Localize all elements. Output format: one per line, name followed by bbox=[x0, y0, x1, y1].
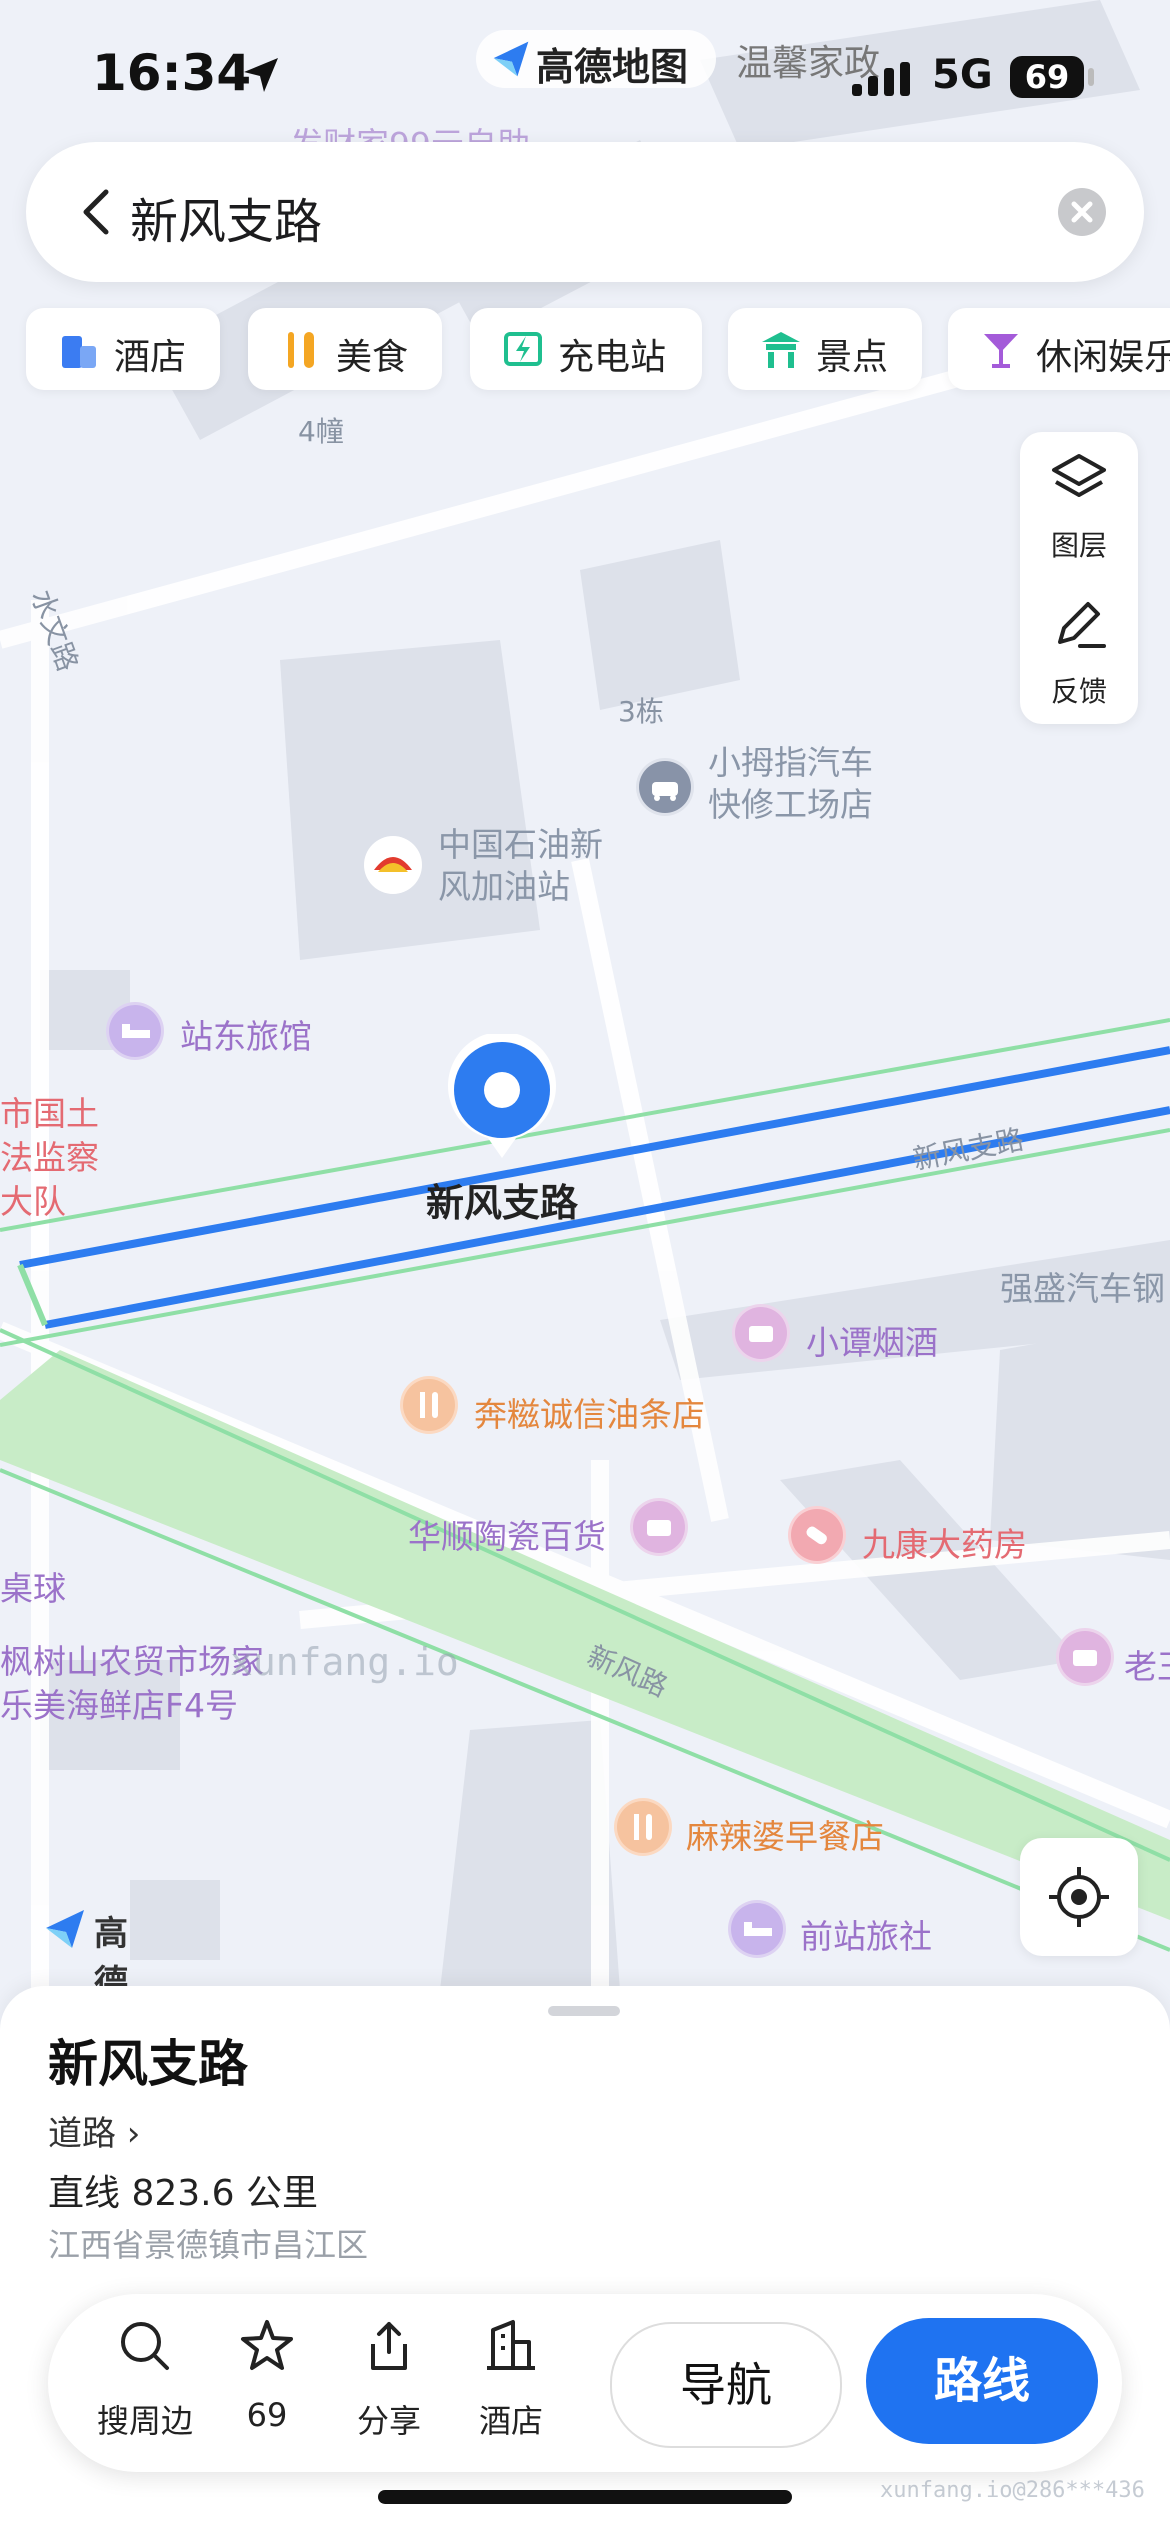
hotel-building-icon bbox=[487, 2320, 535, 2370]
map-label-poi[interactable]: 奔糍诚信油条店 bbox=[474, 1388, 705, 1436]
action-bar: 搜周边 69 分享 酒店 导航 路线 bbox=[48, 2294, 1122, 2472]
category-chip-charging[interactable]: 充电站 bbox=[470, 308, 702, 390]
star-icon bbox=[241, 2320, 293, 2370]
hotel-nearby-button[interactable]: 酒店 bbox=[456, 2318, 566, 2458]
place-type-link[interactable]: 道路 › bbox=[48, 2106, 140, 2155]
place-address: 江西省景德镇市昌江区 bbox=[48, 2226, 369, 2264]
status-time: 16:34 bbox=[92, 44, 252, 102]
map-label-building: 3栋 bbox=[618, 695, 664, 728]
crosshair-icon bbox=[1049, 1867, 1109, 1927]
sheet-grabber[interactable] bbox=[548, 2006, 620, 2016]
share-icon bbox=[371, 2322, 407, 2370]
watermark: xunfang.io bbox=[230, 1640, 459, 1684]
share-button[interactable]: 分享 bbox=[334, 2318, 444, 2458]
close-circle-icon[interactable] bbox=[1058, 188, 1106, 236]
amap-logo-icon bbox=[46, 1910, 84, 1948]
feedback-button[interactable]: 反馈 bbox=[1020, 578, 1138, 718]
charging-icon bbox=[504, 332, 542, 366]
car-service-icon[interactable] bbox=[636, 758, 694, 816]
shop-icon[interactable] bbox=[1056, 1628, 1114, 1686]
fork-knife-icon bbox=[288, 332, 314, 368]
map-label-poi[interactable]: 华顺陶瓷百货 bbox=[408, 1510, 606, 1558]
map-label-poi[interactable]: 中国石油新 风加油站 bbox=[438, 824, 603, 908]
amap-logo-icon bbox=[493, 41, 529, 77]
pavilion-icon bbox=[762, 332, 800, 368]
layers-icon bbox=[1052, 454, 1106, 497]
cocktail-icon bbox=[984, 334, 1018, 368]
locate-me-button[interactable] bbox=[1020, 1838, 1138, 1956]
map-label-poi[interactable]: 枫树山农贸市场家 乐美海鲜店F4号 bbox=[0, 1640, 264, 1728]
edit-pencil-icon bbox=[1058, 602, 1106, 648]
search-icon bbox=[121, 2322, 169, 2370]
hotel-bed-icon[interactable] bbox=[106, 1002, 164, 1060]
map-label-poi[interactable]: 市国土 法监察 大队 bbox=[0, 1092, 99, 1224]
hotel-bed-icon[interactable] bbox=[728, 1900, 786, 1958]
pin-label: 新风支路 bbox=[426, 1181, 579, 1225]
navigate-button[interactable]: 导航 bbox=[610, 2322, 842, 2448]
restaurant-icon[interactable] bbox=[614, 1798, 672, 1856]
network-type: 5G bbox=[932, 52, 993, 98]
category-chip-attractions[interactable]: 景点 bbox=[728, 308, 922, 390]
battery-icon: 69 bbox=[1010, 56, 1084, 98]
location-arrow-icon bbox=[244, 58, 278, 92]
hotel-icon bbox=[62, 336, 96, 368]
map-label-poi[interactable]: 九康大药房 bbox=[862, 1518, 1027, 1566]
map-label-building: 4幢 bbox=[298, 415, 344, 448]
map-label-poi[interactable]: 小谭烟酒 bbox=[806, 1316, 938, 1364]
signal-icon bbox=[852, 62, 910, 96]
map-label-poi[interactable]: 小拇指汽车 快修工场店 bbox=[708, 742, 873, 826]
map-label-poi[interactable]: 前站旅社 bbox=[800, 1910, 932, 1958]
location-pin-icon[interactable] bbox=[446, 1031, 558, 1160]
pharmacy-icon[interactable] bbox=[788, 1506, 846, 1564]
shop-icon[interactable] bbox=[732, 1304, 790, 1362]
restaurant-icon[interactable] bbox=[400, 1376, 458, 1434]
amap-app-pill[interactable]: 高德地图 bbox=[476, 30, 716, 89]
map-label-poi[interactable]: 麻辣婆早餐店 bbox=[686, 1810, 884, 1858]
amap-logo: 高德地图 bbox=[42, 1906, 128, 2101]
watermark: xunfang.io@286***436 bbox=[880, 2478, 1145, 2503]
petrochina-logo-icon[interactable] bbox=[364, 836, 422, 894]
route-button[interactable]: 路线 bbox=[866, 2318, 1098, 2444]
status-bar: 16:34 高德地图 温馨家政 5G 69 bbox=[0, 0, 1170, 140]
layers-button[interactable]: 图层 bbox=[1020, 432, 1138, 572]
search-nearby-button[interactable]: 搜周边 bbox=[90, 2318, 200, 2458]
home-indicator[interactable] bbox=[378, 2490, 792, 2504]
favorite-button[interactable]: 69 bbox=[212, 2318, 322, 2458]
map-label-poi[interactable]: 强盛汽车钢 bbox=[1000, 1262, 1165, 1310]
map-label-poi[interactable]: 桌球 bbox=[0, 1562, 66, 1610]
search-bar[interactable]: 新风支路 bbox=[26, 142, 1144, 282]
battery-tip bbox=[1088, 68, 1094, 86]
place-distance: 直线 823.6 公里 bbox=[48, 2173, 318, 2214]
map-tools-panel: 图层 反馈 bbox=[1020, 432, 1138, 724]
search-input[interactable]: 新风支路 bbox=[130, 182, 322, 252]
map-label-poi[interactable]: 老王 bbox=[1124, 1640, 1170, 1688]
chevron-left-icon[interactable] bbox=[66, 180, 130, 244]
shop-icon[interactable] bbox=[630, 1498, 688, 1556]
category-chip-food[interactable]: 美食 bbox=[248, 308, 442, 390]
place-title: 新风支路 bbox=[48, 2035, 248, 2093]
category-chip-leisure[interactable]: 休闲娱乐 bbox=[948, 308, 1170, 390]
category-chip-hotel[interactable]: 酒店 bbox=[26, 308, 220, 390]
map-label-poi[interactable]: 站东旅馆 bbox=[180, 1010, 312, 1058]
